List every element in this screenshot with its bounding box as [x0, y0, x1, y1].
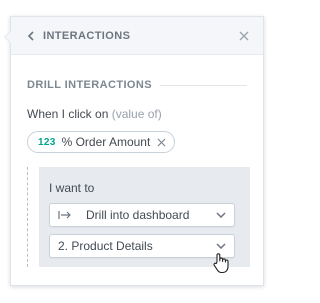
- interactions-panel: INTERACTIONS DRILL INTERACTIONS When I c…: [4, 16, 264, 286]
- section-title-drill-interactions: DRILL INTERACTIONS: [27, 79, 247, 91]
- panel-pointer: [4, 30, 11, 44]
- when-clicked-label: When I click on (value of): [27, 107, 162, 121]
- measure-chip-label: % Order Amount: [61, 135, 151, 149]
- target-dashboard-value: 2. Product Details: [58, 239, 153, 253]
- section-title-label: DRILL INTERACTIONS: [27, 79, 152, 91]
- close-icon[interactable]: [239, 31, 249, 41]
- when-suffix: (value of): [111, 107, 162, 121]
- target-dashboard-select[interactable]: 2. Product Details: [49, 234, 235, 258]
- drill-arrow-icon: [58, 210, 72, 220]
- close-icon[interactable]: [157, 138, 166, 147]
- chevron-down-icon: [216, 212, 226, 218]
- numeric-type-icon: 123: [38, 136, 56, 148]
- panel-title[interactable]: INTERACTIONS: [43, 30, 130, 42]
- hand-pointer-cursor-icon: [212, 252, 230, 279]
- chevron-left-icon[interactable]: [27, 30, 37, 41]
- section-divider: [159, 84, 247, 86]
- panel-header: INTERACTIONS: [11, 17, 263, 55]
- measure-chip[interactable]: 123 % Order Amount: [27, 131, 176, 153]
- when-prefix: When I click on: [27, 107, 109, 121]
- action-label: I want to: [49, 181, 95, 195]
- action-type-value: Drill into dashboard: [86, 208, 190, 222]
- chevron-down-icon: [216, 243, 226, 249]
- action-type-select[interactable]: Drill into dashboard: [49, 203, 235, 227]
